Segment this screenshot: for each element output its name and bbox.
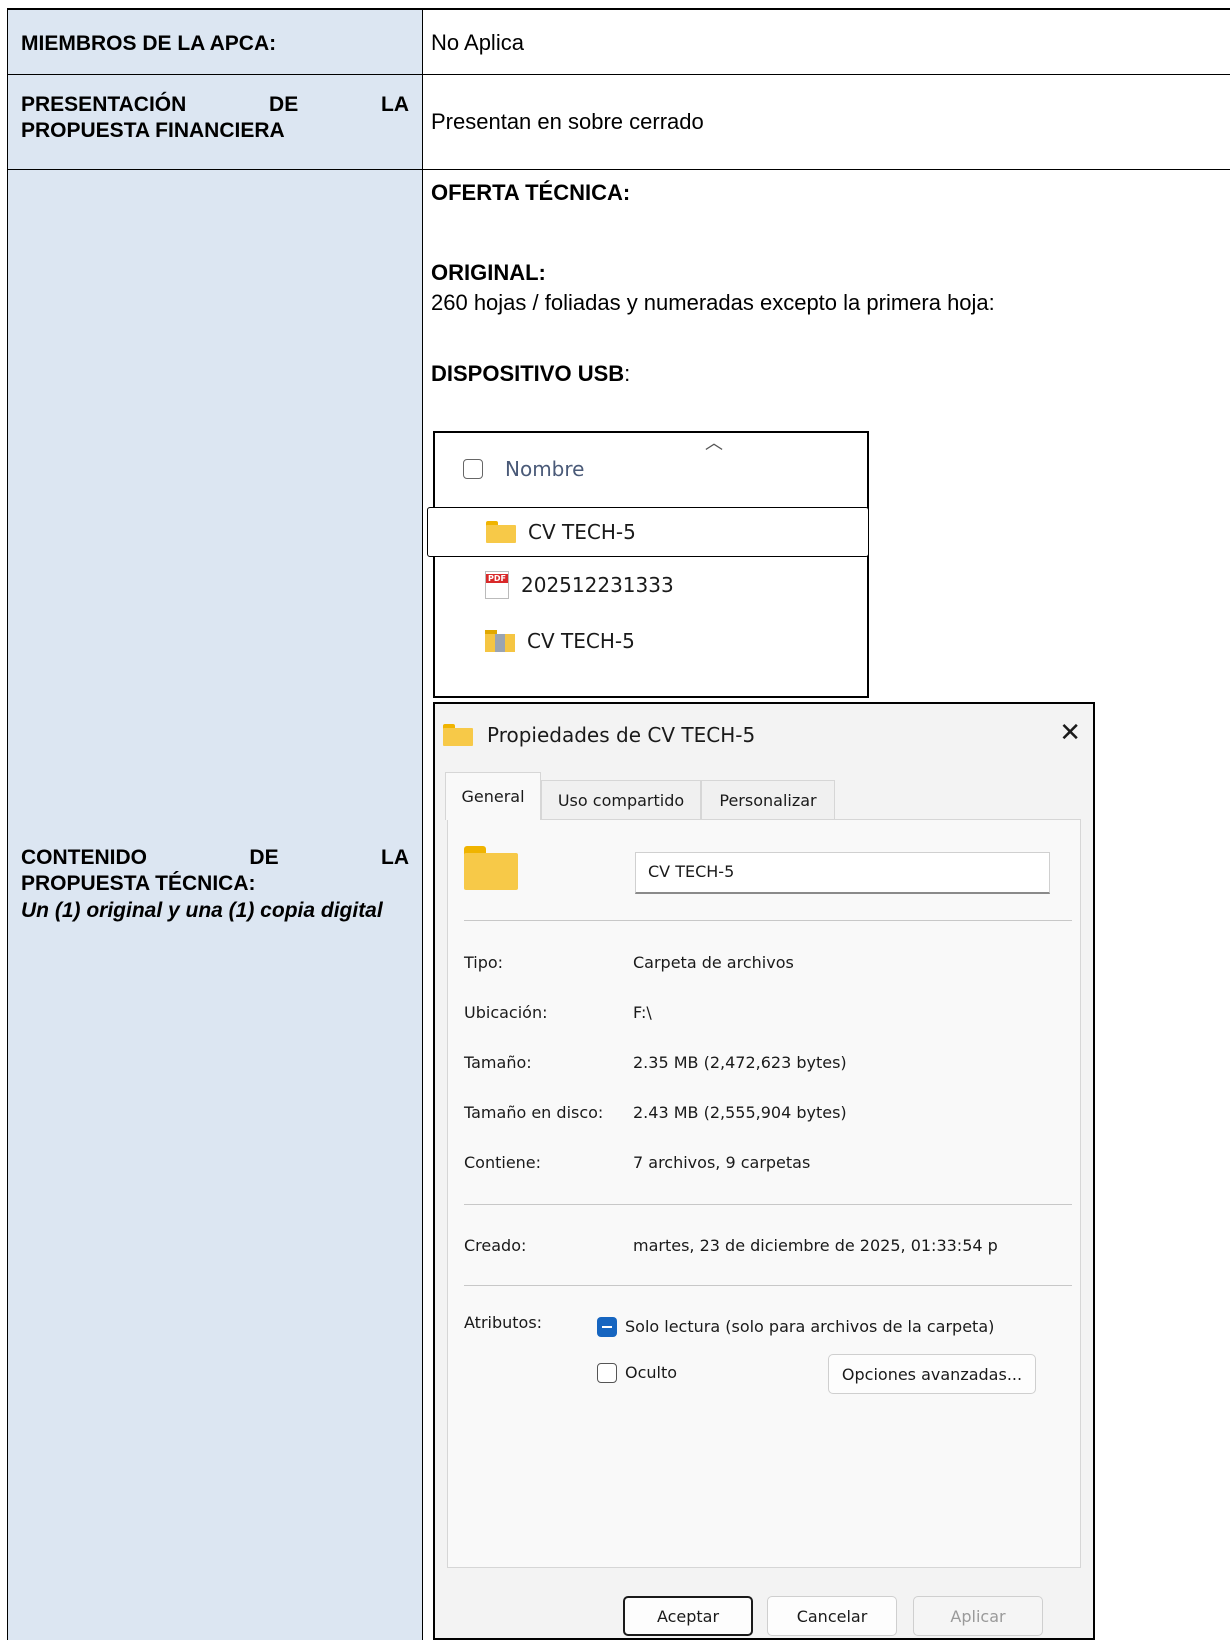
table-border [7, 74, 1230, 75]
dialog-titlebar: Propiedades de CV TECH-5 [435, 704, 1093, 766]
original-heading: ORIGINAL: [431, 260, 546, 285]
hidden-label[interactable]: Oculto [625, 1363, 677, 1382]
folder-icon [443, 724, 473, 746]
usb-colon: : [624, 361, 631, 386]
apca-label: MIEMBROS DE LA APCA: [21, 32, 277, 55]
folder-large-icon [464, 846, 518, 890]
apply-button[interactable]: Aplicar [913, 1596, 1043, 1636]
usb-heading-line: DISPOSITIVO USB: [431, 361, 630, 387]
original-text: 260 hojas / foliadas y numeradas excepto… [431, 290, 995, 315]
column-header[interactable]: Nombre [435, 447, 867, 491]
financiera-value: Presentan en sobre cerrado [431, 109, 704, 134]
document-table: MIEMBROS DE LA APCA: PRESENTACIÓN DE LA … [0, 0, 1230, 1640]
tab-personalizar[interactable]: Personalizar [701, 780, 835, 820]
file-explorer-snippet: ︿ Nombre CV TECH-5 PDF 202512231333 CV T… [427, 431, 869, 698]
tab-general[interactable]: General [445, 772, 541, 820]
divider [464, 920, 1072, 921]
tecnica-note: Un (1) original y una (1) copia digital [21, 899, 383, 922]
table-border [422, 8, 423, 1640]
file-row[interactable]: CV TECH-5 [435, 619, 867, 663]
file-row[interactable]: PDF 202512231333 [435, 563, 867, 607]
prop-value: 2.43 MB (2,555,904 bytes) [633, 1103, 847, 1122]
general-panel: CV TECH-5 Tipo: Carpeta de archivos Ubic… [447, 819, 1081, 1568]
cancel-button[interactable]: Cancelar [767, 1596, 897, 1636]
oferta-heading: OFERTA TÉCNICA: [431, 180, 631, 205]
tab-bar: General Uso compartido Personalizar [435, 766, 1093, 820]
advanced-options-button[interactable]: Opciones avanzadas... [828, 1354, 1036, 1394]
prop-label: Tamaño en disco: [464, 1103, 604, 1122]
prop-value: F:\ [633, 1003, 652, 1022]
divider [464, 1285, 1072, 1286]
created-label: Creado: [464, 1236, 527, 1255]
financiera-label-line2: PROPUESTA FINANCIERA [21, 119, 285, 142]
pdf-icon: PDF [485, 571, 509, 599]
properties-dialog: Propiedades de CV TECH-5 ✕ General Uso c… [433, 702, 1095, 1640]
file-name[interactable]: CV TECH-5 [528, 520, 636, 544]
created-value: martes, 23 de diciembre de 2025, 01:33:5… [633, 1236, 998, 1255]
tecnica-label-line1: CONTENIDO DE LA [21, 846, 409, 869]
file-row-selected[interactable]: CV TECH-5 [427, 507, 869, 557]
apca-value: No Aplica [431, 30, 524, 55]
prop-value: Carpeta de archivos [633, 953, 794, 972]
file-name[interactable]: CV TECH-5 [527, 629, 635, 653]
table-border [7, 8, 8, 1640]
table-border [7, 169, 1230, 170]
folder-icon [486, 521, 516, 543]
select-all-checkbox[interactable] [463, 459, 483, 479]
divider [464, 1204, 1072, 1205]
tab-uso-compartido[interactable]: Uso compartido [541, 780, 701, 820]
prop-label: Ubicación: [464, 1003, 548, 1022]
prop-value: 7 archivos, 9 carpetas [633, 1153, 811, 1172]
prop-label: Tamaño: [464, 1053, 532, 1072]
close-icon[interactable]: ✕ [1059, 718, 1081, 748]
prop-label: Tipo: [464, 953, 504, 972]
prop-label: Contiene: [464, 1153, 542, 1172]
dialog-title: Propiedades de CV TECH-5 [487, 723, 756, 747]
table-border [7, 8, 1230, 10]
usb-heading: DISPOSITIVO USB [431, 361, 625, 386]
zip-folder-icon [485, 630, 515, 652]
readonly-label[interactable]: Solo lectura (solo para archivos de la c… [625, 1317, 994, 1336]
ok-button[interactable]: Aceptar [623, 1596, 753, 1636]
readonly-checkbox[interactable] [597, 1317, 617, 1337]
prop-value: 2.35 MB (2,472,623 bytes) [633, 1053, 847, 1072]
file-name[interactable]: 202512231333 [521, 573, 674, 597]
column-header-name[interactable]: Nombre [505, 457, 584, 481]
folder-name-input[interactable]: CV TECH-5 [635, 852, 1050, 894]
financiera-label-line1: PRESENTACIÓN DE LA [21, 93, 409, 116]
attributes-label: Atributos: [464, 1313, 543, 1332]
tecnica-label-line2: PROPUESTA TÉCNICA: [21, 872, 256, 895]
hidden-checkbox[interactable] [597, 1363, 617, 1383]
